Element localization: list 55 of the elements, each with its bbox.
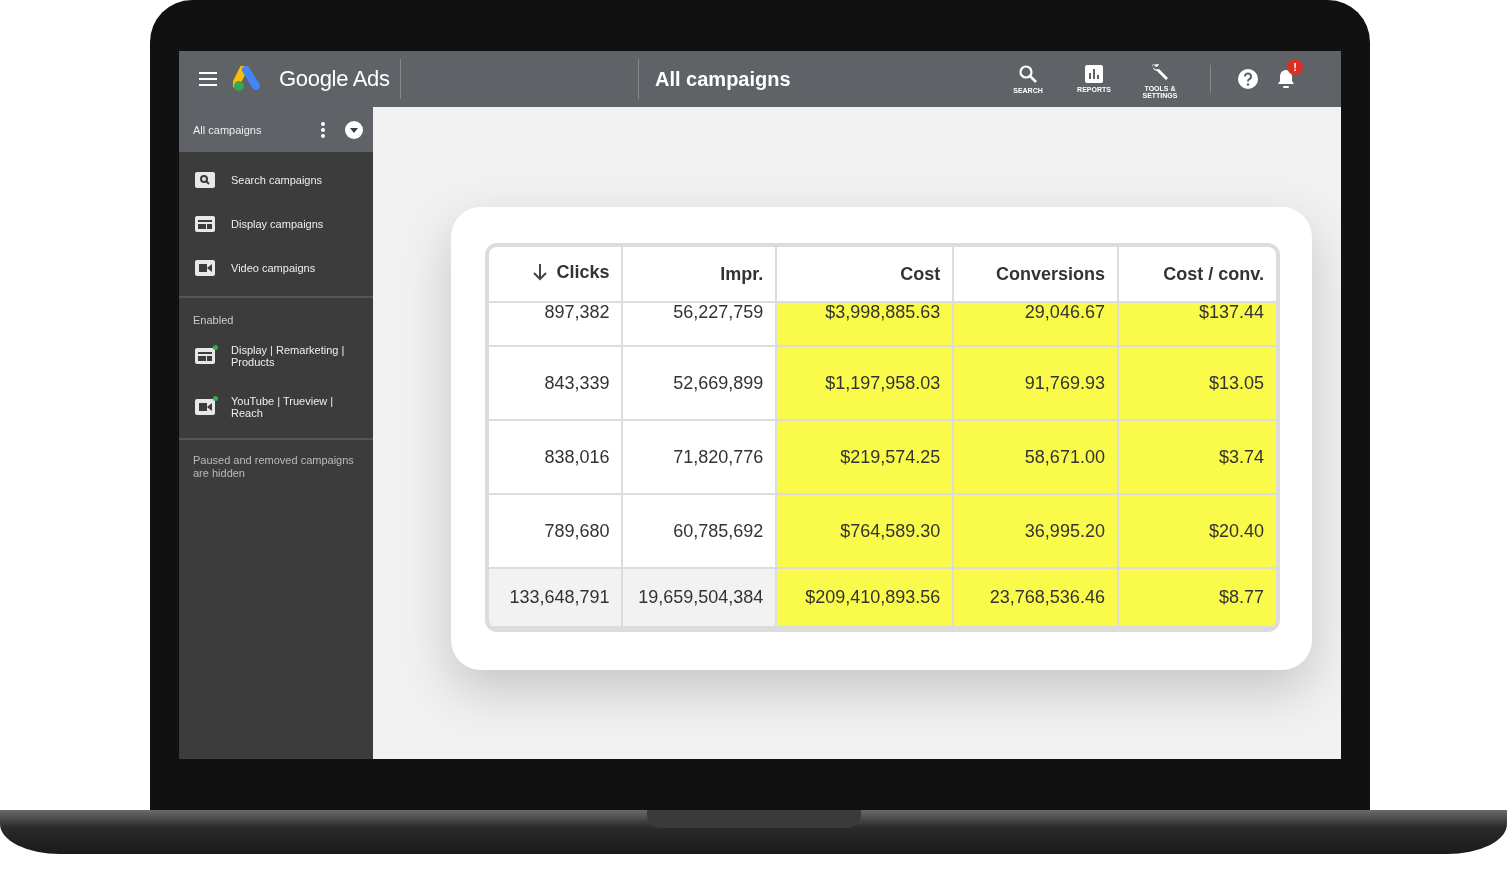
table-cell: $764,589.30 xyxy=(776,494,954,568)
column-header[interactable]: Clicks xyxy=(489,247,623,302)
section-label: Enabled xyxy=(192,313,235,328)
menu-icon[interactable] xyxy=(199,72,217,86)
table-cell: 897,382 xyxy=(489,302,623,346)
table-cell: $137.44 xyxy=(1117,302,1276,346)
sidebar-item[interactable]: Display | Remarketing | Products xyxy=(179,330,373,381)
table-cell: 36,995.20 xyxy=(953,494,1118,568)
total-cell: 19,659,504,384 xyxy=(622,568,777,627)
table-cell: $20.40 xyxy=(1117,494,1276,568)
total-cell: $209,410,893.56 xyxy=(776,568,954,627)
sort-arrow-icon xyxy=(532,263,549,282)
bell-icon[interactable] xyxy=(1277,69,1295,89)
footer-note: Paused and removed campaigns are hidden xyxy=(192,453,355,481)
total-cell: $8.77 xyxy=(1117,568,1276,627)
campaign-selector[interactable]: All campaigns xyxy=(193,123,321,136)
sidebar-item[interactable]: Search campaigns xyxy=(179,158,373,202)
display-icon xyxy=(195,216,215,232)
bar-chart-icon xyxy=(1085,65,1103,83)
search-icon xyxy=(1018,64,1038,84)
sidebar-item[interactable]: Video campaigns xyxy=(179,246,373,290)
table-cell: $3,998,885.63 xyxy=(776,302,954,346)
column-header[interactable]: Cost xyxy=(776,247,954,302)
table-cell: 71,820,776 xyxy=(622,420,777,494)
more-icon[interactable] xyxy=(321,121,325,138)
table-cell: 58,671.00 xyxy=(953,420,1118,494)
search-icon xyxy=(195,172,215,188)
table-cell: 60,785,692 xyxy=(622,494,777,568)
video-icon xyxy=(195,398,215,415)
notification-badge: ! xyxy=(1287,59,1303,75)
video-icon xyxy=(195,260,215,276)
table-cell: 838,016 xyxy=(489,420,623,494)
sidebar-item[interactable]: YouTube | Trueview | Reach xyxy=(179,381,373,432)
help-icon[interactable] xyxy=(1237,68,1259,90)
display-icon xyxy=(195,347,215,364)
table-cell: 789,680 xyxy=(489,494,623,568)
column-header[interactable]: Cost / conv. xyxy=(1117,247,1276,302)
dropdown-icon[interactable] xyxy=(345,120,363,139)
column-header[interactable]: Conversions xyxy=(953,247,1118,302)
logo-icon xyxy=(233,66,263,92)
table-cell: 56,227,759 xyxy=(622,302,777,346)
table-cell: $219,574.25 xyxy=(776,420,954,494)
table-cell: $3.74 xyxy=(1117,420,1276,494)
table-cell: $13.05 xyxy=(1117,346,1276,420)
page-title: All campaigns xyxy=(638,59,1004,99)
total-cell: 133,648,791 xyxy=(489,568,623,627)
sidebar-item[interactable]: Display campaigns xyxy=(179,202,373,246)
table-cell: 91,769.93 xyxy=(953,346,1118,420)
table-cell: 52,669,899 xyxy=(622,346,777,420)
column-header[interactable]: Impr. xyxy=(622,247,777,302)
table-cell: 29,046.67 xyxy=(953,302,1118,346)
table-cell: 843,339 xyxy=(489,346,623,420)
product-name: Google Ads xyxy=(279,66,390,92)
table-cell: $1,197,958.03 xyxy=(776,346,954,420)
total-cell: 23,768,536.46 xyxy=(953,568,1118,627)
